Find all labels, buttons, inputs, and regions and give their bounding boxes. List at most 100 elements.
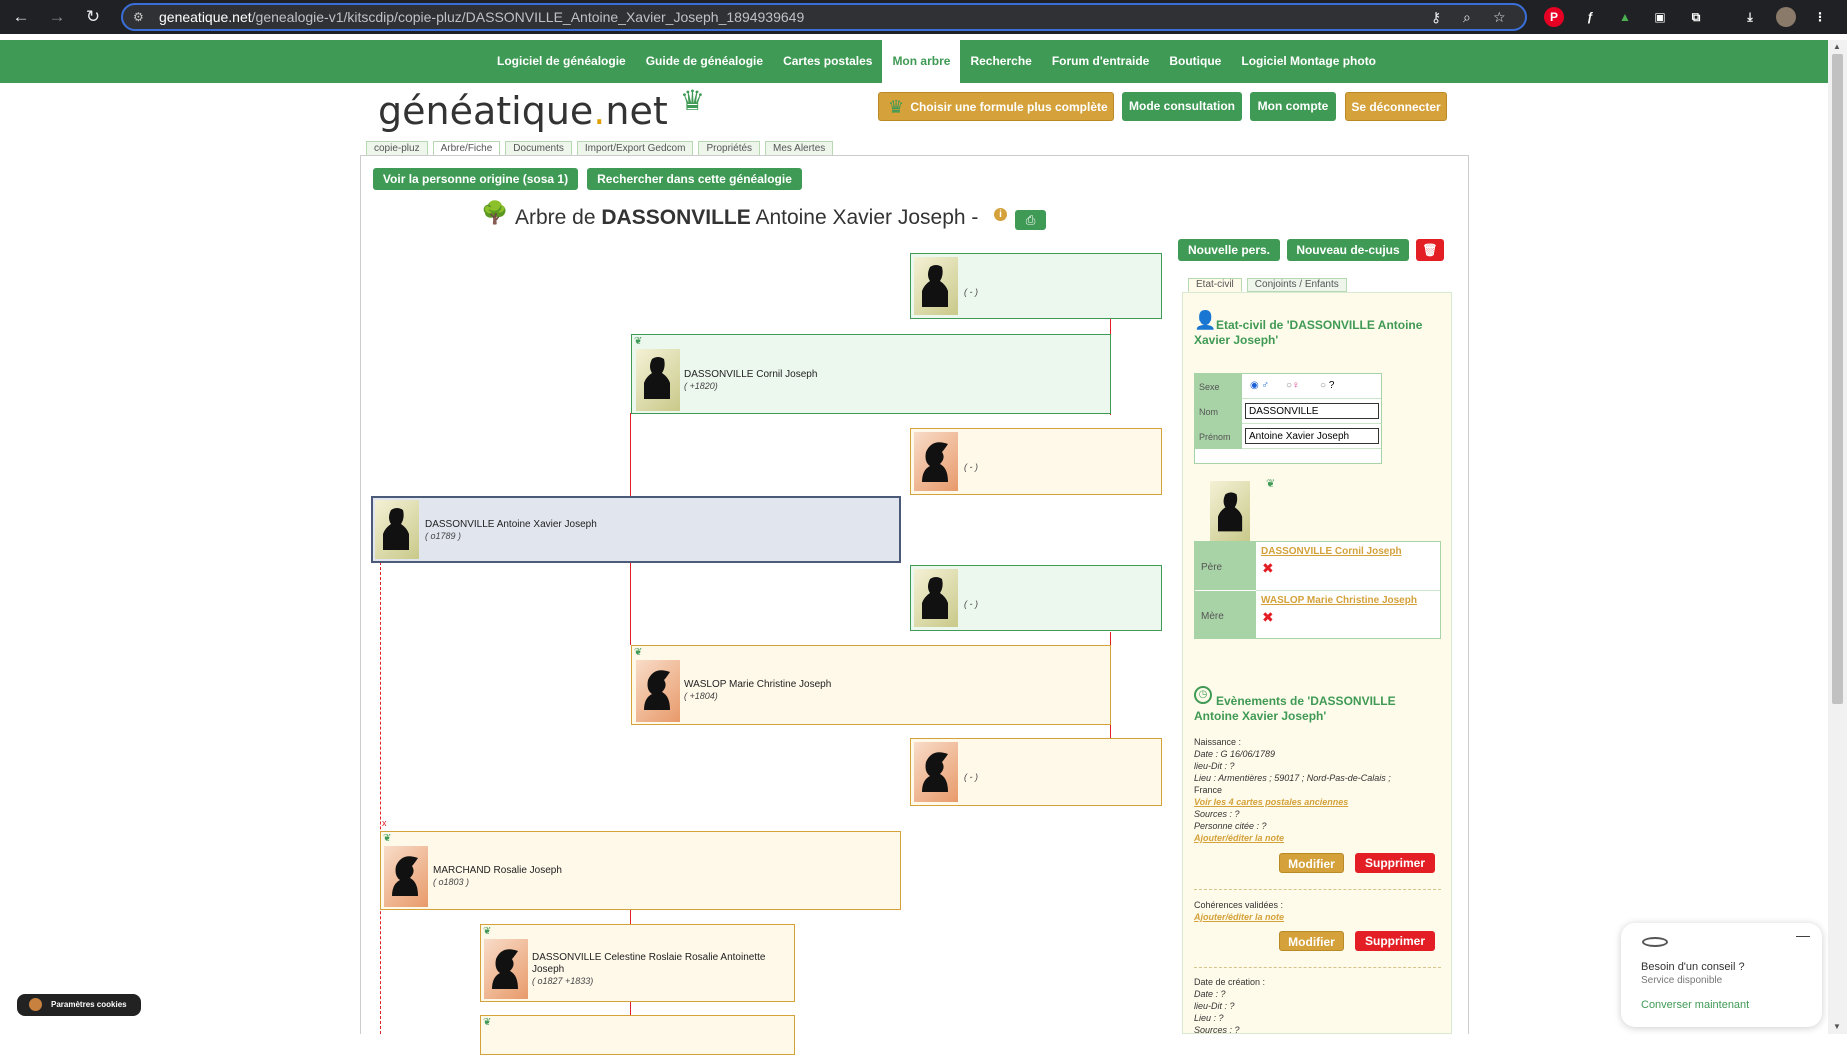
my-account-button[interactable]: Mon compte [1250,92,1336,121]
delete-birth-button[interactable]: Supprimer [1355,853,1435,873]
birth-place: Lieu : Armentières ; 59017 ; Nord-Pas-de… [1194,773,1391,783]
sex-female-radio[interactable]: ○♀ [1286,380,1300,391]
remove-mother-icon[interactable]: ✖ [1262,609,1274,626]
delete-tree-button[interactable]: 🗑 [1416,239,1444,261]
subtab-5[interactable]: Mes Alertes [765,141,834,156]
nav-item-2[interactable]: Cartes postales [773,40,882,83]
nav-item-1[interactable]: Guide de généalogie [636,40,773,83]
male-silhouette-icon [644,357,670,399]
subtab-1[interactable]: Arbre/Fiche [432,141,501,156]
choose-formula-button[interactable]: ♛ Choisir une formule plus complète [878,92,1114,121]
female-silhouette-icon [922,752,948,792]
trash-icon: 🗑 [1422,243,1438,257]
father-link[interactable]: DASSONVILLE Cornil Joseph [1261,546,1402,557]
nav-item-7[interactable]: Logiciel Montage photo [1231,40,1386,83]
birth-heading: Naissance : [1194,737,1242,747]
person-box-child[interactable]: ❦ DASSONVILLE Celestine Roslaie Rosalie … [480,924,795,1002]
sex-unknown-radio[interactable]: ○ ? [1320,380,1334,391]
person-photo[interactable] [1210,481,1250,541]
minimize-icon[interactable]: — [1796,927,1810,943]
nav-item-0[interactable]: Logiciel de généalogie [487,40,636,83]
coherence-note-link[interactable]: Ajouter/éditer la note [1194,912,1284,922]
cookie-settings-button[interactable]: Paramètres cookies [17,994,141,1016]
firstname-input[interactable] [1245,428,1379,444]
parents-table: Père Mère DASSONVILLE Cornil Joseph ✖ WA… [1194,541,1441,639]
subtab-0[interactable]: copie-pluz [366,141,428,156]
page-scrollbar[interactable]: ▲ ▼ [1828,40,1847,1034]
font-extension-icon[interactable]: ƒ [1580,7,1600,27]
person-dates: ( o1827 +1833) [532,976,594,986]
drive-icon[interactable]: ▲ [1615,7,1635,27]
scroll-down-icon[interactable]: ▼ [1833,1022,1841,1031]
chat-cta-link[interactable]: Converser maintenant [1641,999,1749,1011]
print-button[interactable]: ⎙ [1015,210,1046,230]
person-box-mother[interactable]: ❦ WASLOP Marie Christine Joseph ( +1804) [631,645,1111,725]
consultation-mode-button[interactable]: Mode consultation [1122,92,1242,121]
nav-item-5[interactable]: Forum d'entraide [1042,40,1160,83]
nav-item-6[interactable]: Boutique [1159,40,1231,83]
browser-toolbar: ← → ↻ ⚙ geneatique.net/genealogie-v1/kit… [0,0,1847,34]
menu-icon[interactable]: ⋮ [1810,7,1830,27]
mother-link[interactable]: WASLOP Marie Christine Joseph [1261,595,1417,606]
extension-icon[interactable]: ▣ [1650,7,1670,27]
creation-place: Lieu : ? [1194,1013,1224,1023]
person-name: DASSONVILLE Celestine Roslaie Rosalie An… [532,952,766,963]
person-dates: ( - ) [964,462,978,472]
bookmark-star-icon[interactable]: ☆ [1493,9,1506,26]
puzzle-icon[interactable]: ⧉ [1686,7,1706,27]
site-logo[interactable]: généatique.net ♛ [378,84,705,133]
person-dates: ( o1789 ) [425,531,462,541]
pinterest-icon[interactable]: P [1544,7,1564,27]
scroll-up-icon[interactable]: ▲ [1833,42,1841,51]
subtab-4[interactable]: Propriétés [698,141,761,156]
reload-icon[interactable]: ↻ [82,6,104,28]
site-info-icon[interactable]: ⚙ [133,10,147,24]
person-box-father[interactable]: ❦ DASSONVILLE Cornil Joseph ( +1820) [631,334,1111,414]
logout-button[interactable]: Se déconnecter [1345,92,1447,121]
surname-input[interactable] [1245,403,1379,419]
modify-coherence-button[interactable]: Modifier [1279,931,1344,951]
scrollbar-thumb[interactable] [1832,54,1843,704]
chat-widget[interactable]: — Besoin d'un conseil ? Service disponib… [1621,923,1822,1027]
forward-icon[interactable]: → [46,6,68,28]
person-dates: ( - ) [964,599,978,609]
detail-tab-0[interactable]: Etat-civil [1188,278,1242,292]
origin-person-button[interactable]: Voir la personne origine (sosa 1) [373,168,578,190]
sub-tabs: copie-pluz Arbre/Fiche Documents Import/Exp… [366,141,838,156]
person-dates: ( - ) [964,772,978,782]
info-icon[interactable]: i [994,208,1007,221]
person-photo [384,846,428,907]
person-box-grandparent[interactable]: ( - ) [910,253,1162,319]
detail-tab-1[interactable]: Conjoints / Enfants [1246,278,1347,292]
postcards-link[interactable]: Voir les 4 cartes postales anciennes [1194,797,1348,807]
delete-coherence-button[interactable]: Supprimer [1355,931,1435,951]
sex-male-radio[interactable]: ◉ ♂ [1250,380,1269,391]
divider [1194,967,1441,968]
person-box-grandparent[interactable]: ( - ) [910,565,1162,631]
nav-item-4[interactable]: Recherche [960,40,1041,83]
zoom-icon[interactable]: ⌕ [1463,9,1471,26]
person-box-selected[interactable]: DASSONVILLE Antoine Xavier Joseph ( o178… [371,496,901,563]
key-icon[interactable]: ⚷ [1431,9,1441,26]
remove-father-icon[interactable]: ✖ [1262,560,1274,577]
download-icon[interactable]: ⤓ [1740,7,1760,27]
person-dates: ( +1804) [684,691,718,701]
avatar[interactable] [1776,7,1796,27]
modify-birth-button[interactable]: Modifier [1279,853,1344,873]
male-silhouette-icon [922,265,948,307]
nav-item-3[interactable]: Mon arbre [882,40,961,83]
subtab-2[interactable]: Documents [505,141,572,156]
creation-section: Date de création : Date : ? lieu-Dit : ?… [1194,976,1444,1036]
person-box-child[interactable]: ❦ [480,1015,795,1055]
birth-note-link[interactable]: Ajouter/éditer la note [1194,833,1284,843]
subtab-3[interactable]: Import/Export Gedcom [576,141,694,156]
address-bar[interactable]: ⚙ geneatique.net/genealogie-v1/kitscdip/… [121,3,1527,31]
new-decujus-button[interactable]: Nouveau de-cujus [1287,239,1409,261]
new-person-button[interactable]: Nouvelle pers. [1178,239,1280,261]
search-genealogy-button[interactable]: Rechercher dans cette généalogie [587,168,802,190]
person-box-spouse[interactable]: ❦ MARCHAND Rosalie Joseph ( o1803 ) [380,831,901,910]
person-box-grandparent[interactable]: ( - ) [910,428,1162,495]
back-icon[interactable]: ← [10,6,32,28]
person-box-grandparent[interactable]: ( - ) [910,738,1162,806]
creation-date: Date : ? [1194,989,1226,999]
